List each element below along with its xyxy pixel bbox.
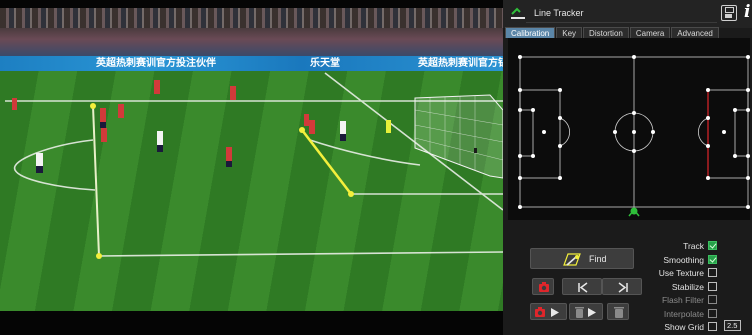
interpolate-checkbox[interactable] <box>708 309 717 318</box>
previous-key-button[interactable] <box>562 278 602 295</box>
trash-icon <box>614 307 624 318</box>
flash-filter-label: Flash Filter <box>661 295 704 305</box>
pitch-minimap[interactable] <box>508 38 750 220</box>
video-viewport[interactable]: 英超热刺赛训官方投注伙伴 乐天堂 英超热刺赛训官方钻石 <box>0 0 503 335</box>
near-line <box>98 251 503 257</box>
tab-calibration[interactable]: Calibration <box>505 27 556 38</box>
pitch-overlay <box>5 72 503 259</box>
handle <box>96 253 102 259</box>
smoothing-label: Smoothing <box>663 255 704 265</box>
camera-icon <box>539 282 549 292</box>
tracked-line-left <box>92 105 100 257</box>
left-d <box>559 117 571 147</box>
handle <box>299 127 305 133</box>
camera-position-icon <box>628 207 640 217</box>
goalkeeper <box>386 120 391 133</box>
players <box>12 80 477 173</box>
minimap-diagram <box>518 55 750 217</box>
right-penalty-box <box>707 89 749 179</box>
handle <box>90 103 96 109</box>
center-circle-arc <box>14 139 96 191</box>
show-grid-label: Show Grid <box>664 322 704 332</box>
grid-size-input[interactable]: 2.5 <box>724 320 741 331</box>
record-play-button[interactable] <box>530 303 567 320</box>
stabilize-checkbox[interactable] <box>708 282 717 291</box>
use-texture-label: Use Texture <box>658 268 704 278</box>
tab-advanced[interactable]: Advanced <box>671 27 719 38</box>
track-checkbox[interactable] <box>708 241 717 250</box>
find-label: Find <box>589 254 607 264</box>
magic-wand-icon <box>563 253 581 266</box>
handle <box>348 191 354 197</box>
right-goal-box <box>734 109 749 157</box>
goal <box>414 94 503 179</box>
info-icon[interactable]: i <box>744 2 750 22</box>
title-bar: Line Tracker i <box>503 0 752 28</box>
tab-bar: Calibration Key Distortion Camera Advanc… <box>505 27 720 38</box>
snapshot-button[interactable] <box>532 278 554 295</box>
stabilize-label: Stabilize <box>671 282 704 292</box>
line-tracker-logo-icon <box>511 7 525 19</box>
next-key-icon <box>618 282 628 293</box>
flash-filter-checkbox[interactable] <box>708 295 717 304</box>
previous-key-icon <box>578 282 588 293</box>
trash-play-icon <box>575 307 596 318</box>
use-texture-checkbox[interactable] <box>708 268 717 277</box>
app-title: Line Tracker <box>534 8 584 18</box>
interpolate-label: Interpolate <box>663 309 704 319</box>
left-penalty-box <box>519 89 561 179</box>
right-d <box>697 117 709 147</box>
find-button[interactable]: Find <box>530 248 634 269</box>
next-key-button[interactable] <box>602 278 642 295</box>
smoothing-checkbox[interactable] <box>708 255 717 264</box>
tab-key[interactable]: Key <box>556 27 583 38</box>
left-goal-box <box>519 109 534 157</box>
tab-distortion[interactable]: Distortion <box>583 27 629 38</box>
delete-button[interactable] <box>607 303 629 320</box>
delete-play-button[interactable] <box>569 303 603 320</box>
camera-play-icon <box>535 307 559 317</box>
track-label: Track <box>683 241 704 251</box>
tab-camera[interactable]: Camera <box>629 27 671 38</box>
control-panel: Line Tracker i Calibration Key Distortio… <box>503 0 752 335</box>
floppy-disk-icon[interactable] <box>721 5 737 21</box>
show-grid-checkbox[interactable] <box>708 322 717 331</box>
